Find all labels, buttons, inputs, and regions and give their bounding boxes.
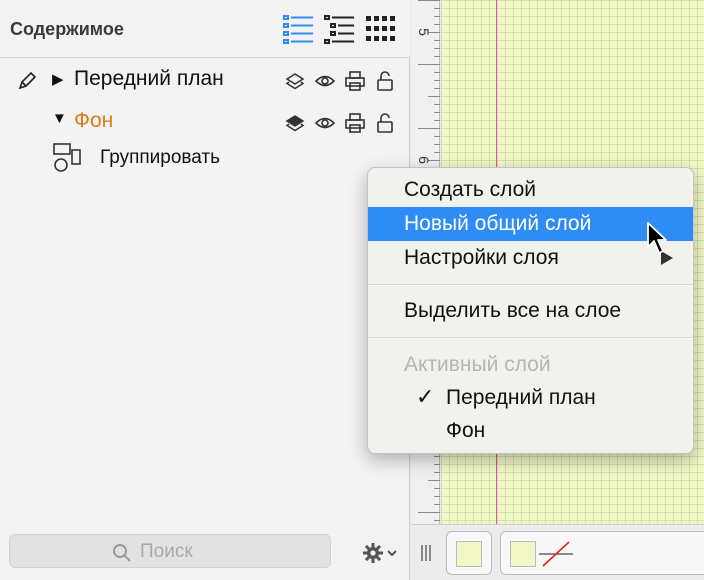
grid-view-button[interactable] (364, 12, 400, 46)
menu-item-new-layer[interactable]: Создать слой (368, 173, 693, 207)
menu-item-label: Настройки слоя (404, 246, 559, 269)
group-shapes-icon (53, 143, 81, 172)
layer-context-menu: Создать слой Новый общий слой Настройки … (367, 167, 694, 454)
printer-icon[interactable] (344, 112, 366, 134)
no-stroke-icon (539, 541, 573, 567)
layers-icon[interactable] (284, 112, 306, 134)
grid-icon (366, 16, 395, 41)
ruler-label: 5 (415, 28, 432, 36)
stroke-color-swatch (510, 541, 536, 567)
menu-item-label: Новый общий слой (404, 212, 592, 235)
eye-icon[interactable] (314, 112, 336, 134)
lock-icon[interactable] (374, 70, 396, 92)
stroke-style-button[interactable] (500, 531, 704, 575)
eye-icon[interactable] (314, 70, 336, 92)
lock-icon[interactable] (374, 112, 396, 134)
menu-separator (368, 284, 693, 286)
outline-icon (324, 15, 354, 44)
menu-separator (368, 337, 693, 339)
outline-view-button[interactable] (322, 12, 358, 46)
menu-item-label: Создать слой (404, 178, 537, 201)
mouse-cursor-icon (647, 222, 667, 254)
fill-color-button[interactable] (446, 531, 492, 575)
group-label[interactable]: Группировать (100, 147, 220, 169)
list-view-button[interactable] (280, 12, 316, 46)
disclosure-triangle-expanded-icon[interactable]: ▼ (52, 110, 67, 127)
menu-item-label: Передний план (446, 386, 596, 409)
sidebar: Содержимое ▶ Передний план ▼ Фон Группир… (0, 0, 410, 580)
menu-item-layer-settings[interactable]: Настройки слоя (368, 241, 693, 275)
search-placeholder: Поиск (140, 541, 193, 562)
layer-row-icons (284, 68, 396, 94)
layers-icon[interactable] (284, 70, 306, 92)
layer-label[interactable]: Передний план (74, 67, 224, 91)
gear-menu-button[interactable] (362, 542, 402, 564)
ruler-label: 6 (415, 156, 432, 164)
menu-item-label: Фон (446, 419, 486, 442)
menu-item-select-all-on-layer[interactable]: Выделить все на слое (368, 294, 693, 328)
menu-section-label: Активный слой (404, 353, 551, 376)
list-icon (283, 15, 313, 44)
fill-color-swatch (456, 541, 482, 567)
list-item-group[interactable]: Группировать (0, 140, 410, 176)
sidebar-title: Содержимое (10, 19, 124, 39)
menu-section-active-layer: Активный слой (368, 348, 693, 382)
gear-icon (363, 543, 397, 563)
menu-item-new-shared-layer[interactable]: Новый общий слой (368, 207, 693, 241)
printer-icon[interactable] (344, 70, 366, 92)
layer-label[interactable]: Фон (74, 109, 113, 133)
menu-item-active-background[interactable]: Фон (368, 414, 693, 448)
canvas-bottom-bar (411, 524, 704, 580)
checkmark-icon: ✓ (416, 384, 435, 409)
menu-item-active-foreground[interactable]: ✓ Передний план (368, 381, 693, 415)
disclosure-triangle-collapsed-icon[interactable]: ▶ (52, 70, 64, 88)
pencil-icon (18, 71, 37, 90)
resize-handle-icon[interactable] (419, 543, 433, 563)
search-field[interactable]: Поиск (9, 534, 331, 568)
layer-row-background[interactable]: ▼ Фон (0, 104, 410, 140)
layer-row-foreground[interactable]: ▶ Передний план (0, 62, 410, 98)
sidebar-header: Содержимое (0, 0, 410, 58)
search-icon (113, 544, 131, 562)
menu-item-label: Выделить все на слое (404, 299, 622, 322)
layer-row-icons (284, 110, 396, 136)
